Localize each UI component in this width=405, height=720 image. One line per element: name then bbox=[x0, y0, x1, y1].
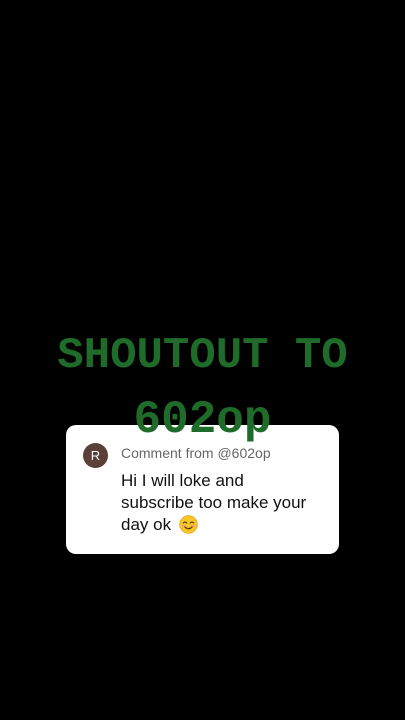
shoutout-line-1: SHOUTOUT TO bbox=[57, 331, 348, 381]
comment-text: Hi I will loke and subscribe too make yo… bbox=[121, 471, 307, 534]
comment-body: Hi I will loke and subscribe too make yo… bbox=[121, 470, 321, 536]
comment-author-header: Comment from @602op bbox=[121, 445, 271, 461]
shoutout-overlay-text: SHOUTOUT TO 602op bbox=[0, 332, 405, 444]
smiling-face-icon bbox=[179, 515, 198, 534]
avatar: R bbox=[83, 443, 108, 468]
video-frame: R Comment from @602op Hi I will loke and… bbox=[0, 0, 405, 720]
shoutout-line-2: 602op bbox=[133, 394, 272, 446]
